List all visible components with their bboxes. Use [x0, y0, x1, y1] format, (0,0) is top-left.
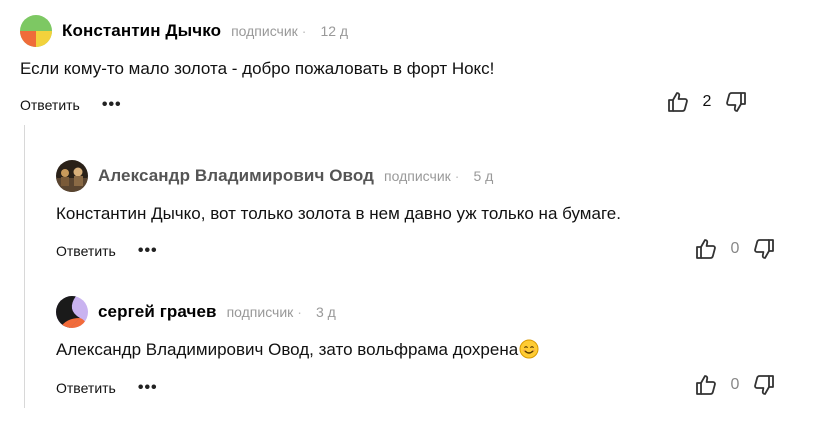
- reply-button[interactable]: Ответить: [56, 243, 116, 259]
- comment-text: Если кому-то мало золота - добро пожалов…: [20, 59, 495, 78]
- avatar[interactable]: [56, 296, 88, 328]
- separator-dot: ·: [297, 304, 302, 320]
- smiling-face-emoji: [519, 339, 539, 359]
- timestamp: 5 д: [473, 168, 494, 184]
- comment-header: Константин Дычко подписчик · 12 д: [20, 15, 348, 47]
- comment-actions: Ответить •••: [56, 380, 158, 397]
- comment-text-content: Александр Владимирович Овод, зато вольфр…: [56, 340, 519, 359]
- like-count: 0: [730, 240, 740, 257]
- comment-text: Константин Дычко, вот только золота в не…: [56, 204, 621, 223]
- thumbs-down-icon[interactable]: [724, 90, 748, 114]
- more-options-button[interactable]: •••: [138, 380, 158, 396]
- author-name[interactable]: Александр Владимирович Овод: [98, 166, 374, 186]
- thumbs-down-icon[interactable]: [752, 237, 776, 261]
- subscriber-badge: подписчик: [384, 168, 451, 184]
- thumbs-up-icon[interactable]: [694, 237, 718, 261]
- author-name[interactable]: Константин Дычко: [62, 21, 221, 41]
- thread-line: [24, 125, 25, 408]
- separator-dot: ·: [301, 23, 307, 39]
- vote-controls: 2: [666, 90, 748, 114]
- like-count: 0: [730, 376, 740, 393]
- vote-controls: 0: [694, 373, 776, 397]
- comment-actions: Ответить •••: [56, 243, 158, 260]
- vote-controls: 0: [694, 237, 776, 261]
- avatar[interactable]: [20, 15, 52, 47]
- comment-actions: Ответить •••: [20, 97, 122, 114]
- timestamp: 3 д: [315, 304, 336, 320]
- more-options-button[interactable]: •••: [102, 97, 122, 113]
- more-options-button[interactable]: •••: [138, 243, 158, 259]
- subscriber-badge: подписчик: [231, 23, 298, 39]
- comment-text: Александр Владимирович Овод, зато вольфр…: [56, 339, 539, 361]
- avatar[interactable]: [56, 160, 88, 192]
- reply-button[interactable]: Ответить: [56, 380, 116, 396]
- thumbs-up-icon[interactable]: [694, 373, 718, 397]
- separator-dot: ·: [454, 168, 460, 184]
- subscriber-badge: подписчик: [226, 304, 294, 320]
- comment-header: сергей грачев подписчик · 3 д: [56, 296, 336, 328]
- like-count: 2: [702, 93, 712, 110]
- thumbs-down-icon[interactable]: [752, 373, 776, 397]
- thumbs-up-icon[interactable]: [666, 90, 690, 114]
- timestamp: 12 д: [320, 23, 349, 39]
- comment-header: Александр Владимирович Овод подписчик · …: [56, 160, 493, 192]
- author-name[interactable]: сергей грачев: [98, 302, 217, 322]
- reply-button[interactable]: Ответить: [20, 97, 80, 113]
